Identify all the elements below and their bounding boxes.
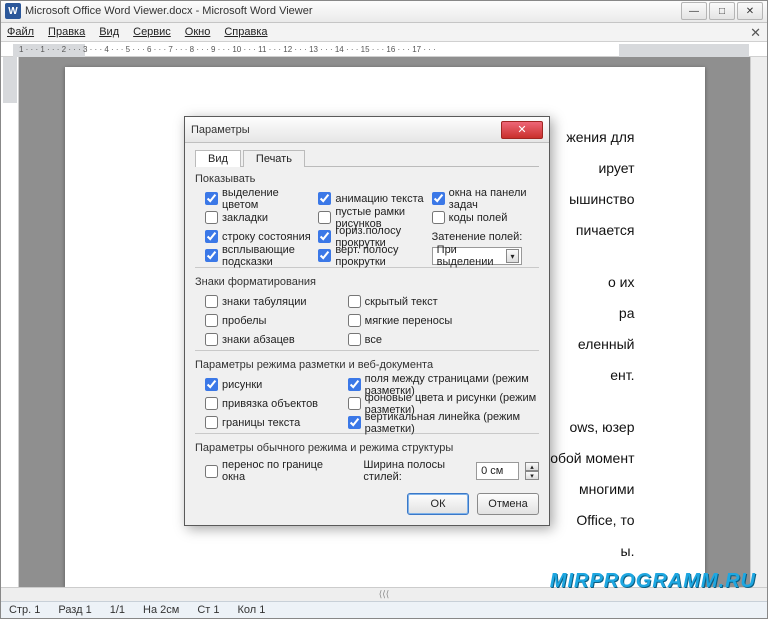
status-line: Ст 1 — [197, 604, 219, 616]
dialog-tabs: Вид Печать — [195, 149, 539, 167]
options-dialog: Параметры ✕ Вид Печать Показывать выделе… — [184, 116, 550, 526]
spin-down-icon[interactable]: ▾ — [525, 471, 539, 480]
status-page: Стр. 1 — [9, 604, 40, 616]
chk-object-anchors[interactable]: привязка объектов — [205, 395, 342, 412]
menu-view[interactable]: Вид — [99, 26, 119, 38]
cancel-button[interactable]: Отмена — [477, 493, 539, 515]
close-document-button[interactable]: ✕ — [750, 25, 761, 41]
dialog-title: Параметры — [191, 124, 501, 136]
maximize-button[interactable]: □ — [709, 2, 735, 20]
chk-empty-pic-frames[interactable]: пустые рамки рисунков — [318, 209, 425, 226]
chk-status-bar[interactable]: строку состояния — [205, 228, 312, 245]
status-col: Кол 1 — [237, 604, 265, 616]
group-show: Показывать выделение цветом анимацию тек… — [195, 173, 539, 268]
group-layout-web: Параметры режима разметки и веб-документ… — [195, 359, 539, 434]
window-title: Microsoft Office Word Viewer.docx - Micr… — [25, 5, 681, 17]
menu-help[interactable]: Справка — [224, 26, 267, 38]
menubar: Файл Правка Вид Сервис Окно Справка ✕ — [1, 23, 767, 42]
chk-all-marks[interactable]: все — [348, 331, 539, 348]
titlebar: W Microsoft Office Word Viewer.docx - Mi… — [1, 1, 767, 23]
status-pages: 1/1 — [110, 604, 125, 616]
chk-page-margins[interactable]: поля между страницами (режим разметки) — [348, 376, 539, 393]
tab-view[interactable]: Вид — [195, 150, 241, 167]
vertical-scrollbar[interactable] — [750, 57, 767, 587]
group-normal-outline: Параметры обычного режима и режима струк… — [195, 442, 539, 483]
chk-hscroll[interactable]: гориз.полосу прокрутки — [318, 228, 425, 245]
tab-print[interactable]: Печать — [243, 150, 305, 167]
chk-tooltips[interactable]: всплывающие подсказки — [205, 247, 312, 264]
chk-paragraph-marks[interactable]: знаки абзацев — [205, 331, 342, 348]
chk-taskbar-windows[interactable]: окна на панели задач — [432, 190, 539, 207]
status-at: На 2см — [143, 604, 179, 616]
dialog-close-button[interactable]: ✕ — [501, 121, 543, 139]
chk-animate-text[interactable]: анимацию текста — [318, 190, 425, 207]
chk-highlight[interactable]: выделение цветом — [205, 190, 312, 207]
chk-vertical-ruler[interactable]: вертикальная линейка (режим разметки) — [348, 414, 539, 431]
app-icon: W — [5, 3, 21, 19]
chk-soft-hyphens[interactable]: мягкие переносы — [348, 312, 539, 329]
chk-bg-colors[interactable]: фоновые цвета и рисунки (режим разметки) — [348, 395, 539, 412]
horizontal-ruler[interactable]: 1 · · · 1 · · · 2 · · · 3 · · · 4 · · · … — [1, 42, 767, 57]
statusbar: Стр. 1 Разд 1 1/1 На 2см Ст 1 Кол 1 — [1, 601, 767, 618]
chk-vscroll[interactable]: верт. полосу прокрутки — [318, 247, 425, 264]
minimize-button[interactable]: — — [681, 2, 707, 20]
horizontal-scrollbar[interactable]: ⟨⟨⟨ — [1, 587, 767, 601]
spin-up-icon[interactable]: ▴ — [525, 462, 539, 471]
close-button[interactable]: ✕ — [737, 2, 763, 20]
chk-spaces[interactable]: пробелы — [205, 312, 342, 329]
vertical-ruler[interactable] — [1, 57, 19, 587]
chk-text-boundaries[interactable]: границы текста — [205, 414, 342, 431]
chk-tabs[interactable]: знаки табуляции — [205, 293, 342, 310]
field-shading-row: Затенение полей: — [432, 228, 539, 245]
chk-field-codes[interactable]: коды полей — [432, 209, 539, 226]
chk-hidden-text[interactable]: скрытый текст — [348, 293, 539, 310]
menu-edit[interactable]: Правка — [48, 26, 85, 38]
style-width-spinner: Ширина полосы стилей: 0 см ▴▾ — [363, 459, 539, 483]
dialog-titlebar[interactable]: Параметры ✕ — [185, 117, 549, 143]
chevron-down-icon: ▾ — [506, 249, 518, 263]
menu-window[interactable]: Окно — [185, 26, 211, 38]
chk-drawings[interactable]: рисунки — [205, 376, 342, 393]
style-width-input[interactable]: 0 см — [476, 462, 519, 480]
ok-button[interactable]: ОК — [407, 493, 469, 515]
field-shading-select[interactable]: При выделении▾ — [432, 247, 522, 265]
menu-service[interactable]: Сервис — [133, 26, 171, 38]
menu-file[interactable]: Файл — [7, 26, 34, 38]
group-formatting-marks: Знаки форматирования знаки табуляции скр… — [195, 276, 539, 351]
status-section: Разд 1 — [58, 604, 91, 616]
chk-wrap-window[interactable]: перенос по границе окна — [205, 463, 333, 480]
chk-bookmarks[interactable]: закладки — [205, 209, 312, 226]
